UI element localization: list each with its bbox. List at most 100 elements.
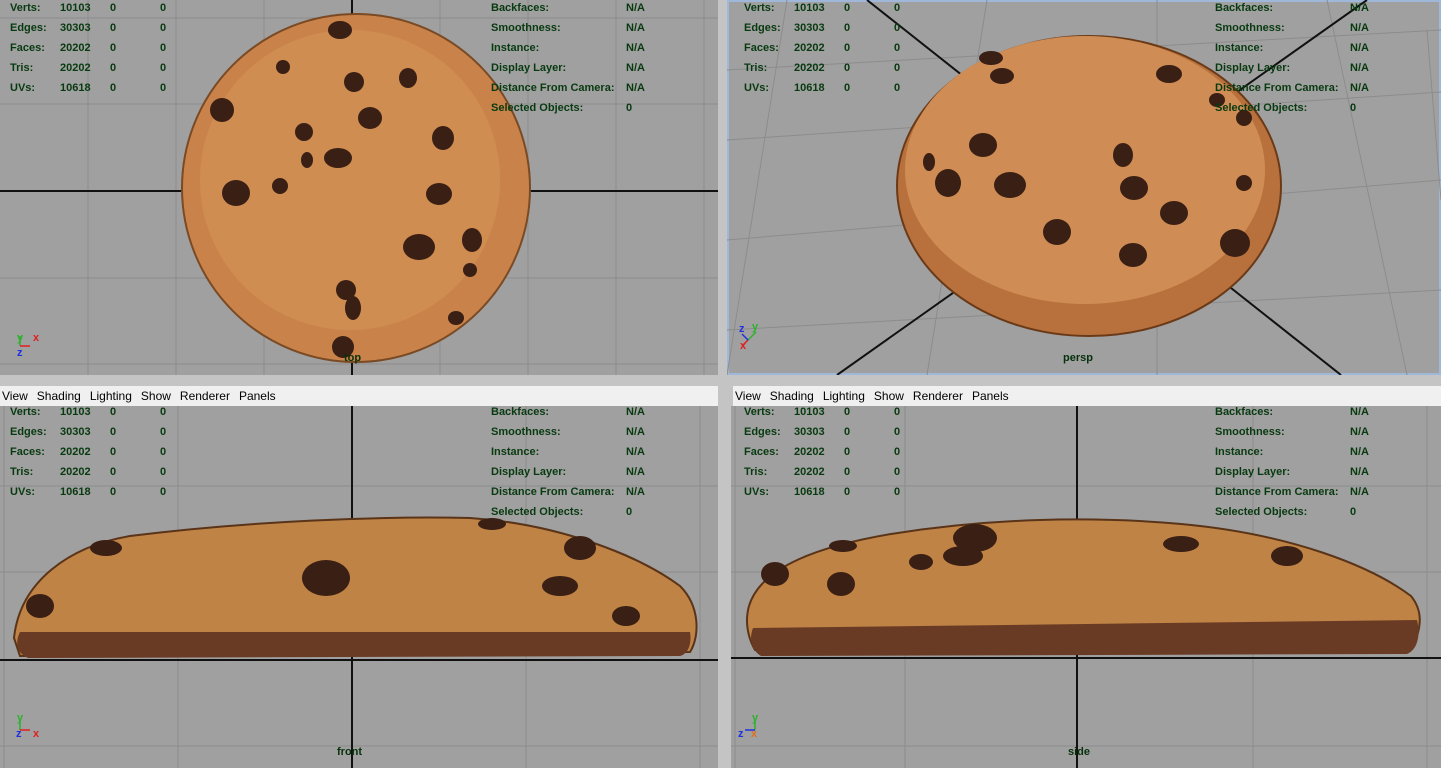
hud-value: 10618: [60, 486, 91, 498]
hud-label: Instance:: [1215, 446, 1264, 458]
viewport-top-scene: [0, 0, 718, 375]
hud-value: 0: [894, 62, 901, 74]
hud-value: 0: [110, 22, 117, 34]
hud-value: N/A: [626, 426, 645, 438]
hud-value: 20202: [794, 446, 825, 458]
hud-value: 30303: [794, 22, 825, 34]
hud-value: 0: [844, 62, 851, 74]
menu-show[interactable]: Show: [141, 389, 171, 403]
viewport-front[interactable]: Verts: 10103 0 0 Edges: 30303 0 0 Faces: 20202 0…: [0, 406, 718, 768]
hud-label: Edges:: [744, 22, 781, 34]
hud-value: 0: [894, 406, 901, 418]
hud-value: 30303: [60, 426, 91, 438]
hud-label: Smoothness:: [491, 22, 561, 34]
menu-show[interactable]: Show: [874, 389, 904, 403]
menu-view[interactable]: View: [735, 389, 761, 403]
axis-gizmo: y z x: [14, 712, 44, 744]
hud-value: 0: [844, 82, 851, 94]
hud-value: N/A: [626, 82, 645, 94]
axis-z-label: z: [739, 323, 745, 335]
hud-value: 0: [844, 2, 851, 14]
hud-value: 10103: [794, 2, 825, 14]
axis-x-label: x: [740, 340, 747, 352]
hud-value: N/A: [1350, 2, 1369, 14]
hud-label: Tris:: [744, 466, 768, 478]
hud-value: 0: [844, 426, 851, 438]
viewport-side[interactable]: Verts: 10103 0 0 Edges: 30303 0 0 Faces: 20202 0…: [731, 406, 1441, 768]
hud-value: N/A: [1350, 466, 1369, 478]
hud-value: 20202: [60, 62, 91, 74]
hud-value: N/A: [1350, 426, 1369, 438]
viewport-top[interactable]: Verts: 10103 0 0 Edges: 30303 0 0 Faces: 20202 0…: [0, 0, 718, 375]
hud-label: UVs:: [744, 486, 770, 498]
menu-renderer[interactable]: Renderer: [913, 389, 963, 403]
hud-value: 0: [160, 22, 167, 34]
hud-label: Backfaces:: [1215, 2, 1274, 14]
hud-value: 10618: [794, 486, 825, 498]
menu-lighting[interactable]: Lighting: [823, 389, 865, 403]
hud-value: 0: [160, 42, 167, 54]
menu-panels[interactable]: Panels: [239, 389, 276, 403]
panel-label-side: side: [1068, 746, 1091, 758]
viewport-front-scene: [0, 406, 718, 768]
hud-value: 0: [110, 406, 117, 418]
hud-label: Faces:: [10, 42, 45, 54]
hud-value: 0: [894, 486, 901, 498]
hud-value: 0: [110, 62, 117, 74]
hud-value: 0: [894, 426, 901, 438]
hud-label: Instance:: [1215, 42, 1264, 54]
hud-value: 0: [110, 2, 117, 14]
hud-label: Backfaces:: [1215, 406, 1274, 418]
panel-label-persp: persp: [1063, 352, 1093, 364]
hud-value: N/A: [626, 2, 645, 14]
axis-gizmo: y x z: [14, 330, 44, 362]
hud-label: Selected Objects:: [1215, 506, 1308, 518]
axis-z-label: z: [16, 728, 22, 740]
hud-label: Display Layer:: [491, 62, 567, 74]
hud-value: 0: [160, 406, 167, 418]
hud-value: 20202: [60, 42, 91, 54]
menu-renderer[interactable]: Renderer: [180, 389, 230, 403]
hud-value: 0: [160, 466, 167, 478]
hud-value: 0: [894, 466, 901, 478]
hud-value: 20202: [794, 42, 825, 54]
menu-panels[interactable]: Panels: [972, 389, 1009, 403]
hud-value: 0: [1350, 506, 1357, 518]
hud-label: Edges:: [10, 426, 47, 438]
hud-label: Display Layer:: [491, 466, 567, 478]
menu-shading[interactable]: Shading: [37, 389, 81, 403]
hud-label: Faces:: [744, 42, 779, 54]
hud-label: Selected Objects:: [491, 506, 584, 518]
axis-gizmo: y z x: [737, 712, 767, 744]
menu-shading[interactable]: Shading: [770, 389, 814, 403]
hud-value: 0: [626, 506, 633, 518]
hud-value: 0: [844, 22, 851, 34]
axis-gizmo: z y x: [738, 321, 768, 354]
menu-lighting[interactable]: Lighting: [90, 389, 132, 403]
hud-label: Selected Objects:: [1215, 102, 1308, 114]
hud-label: Tris:: [10, 466, 34, 478]
hud-label: Verts:: [10, 406, 41, 418]
hud-value: N/A: [1350, 446, 1369, 458]
hud-label: Tris:: [744, 62, 768, 74]
hud-label: Smoothness:: [1215, 426, 1285, 438]
hud-value: 20202: [60, 466, 91, 478]
viewport-persp[interactable]: Verts: 10103 0 0 Edges: 30303 0 0 Faces: 20202 0…: [727, 0, 1441, 375]
hud-label: Verts:: [10, 2, 41, 14]
hud-value: 0: [894, 2, 901, 14]
hud-label: Edges:: [744, 426, 781, 438]
hud-label: Distance From Camera:: [1215, 486, 1339, 498]
hud-label: UVs:: [10, 486, 36, 498]
hud-label: Display Layer:: [1215, 62, 1291, 74]
hud-value: 20202: [794, 62, 825, 74]
menu-view[interactable]: View: [2, 389, 28, 403]
hud-value: 0: [110, 466, 117, 478]
cookie-side-view: [746, 518, 1421, 656]
hud-value: N/A: [626, 486, 645, 498]
hud-value: 0: [894, 446, 901, 458]
hud-label: Smoothness:: [491, 426, 561, 438]
axis-y-label: y: [17, 712, 24, 724]
hud-label: Tris:: [10, 62, 34, 74]
hud-value: N/A: [626, 42, 645, 54]
hud-value: 0: [110, 82, 117, 94]
